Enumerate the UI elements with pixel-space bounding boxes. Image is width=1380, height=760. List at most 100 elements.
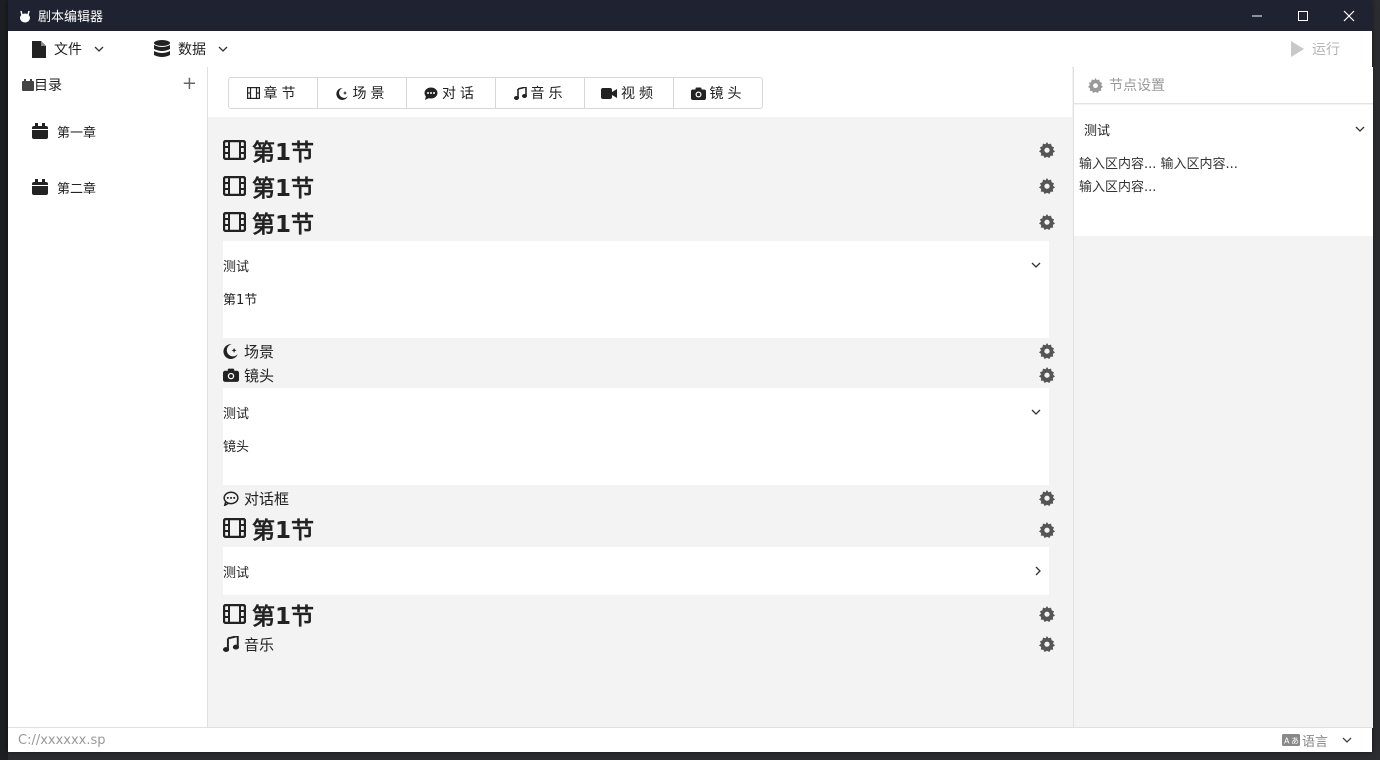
sidebar-item-label: 第二章 <box>57 181 97 197</box>
node-settings-body: 测试 输入区内容... 输入区内容... 输入区内容... <box>1074 105 1373 236</box>
film-icon <box>223 518 246 538</box>
film-icon <box>223 212 246 232</box>
music-node[interactable]: 音乐 <box>223 632 1055 656</box>
section-node[interactable]: 第1节 <box>223 132 1055 168</box>
node-title: 第1节 <box>252 604 315 630</box>
node-select[interactable]: 测试 <box>223 388 1049 436</box>
gear-icon[interactable] <box>1039 367 1055 383</box>
file-menu-label: 文件 <box>54 42 82 58</box>
node-settings-title: 节点设置 <box>1109 78 1165 94</box>
select-value: 测试 <box>223 565 250 581</box>
close-button[interactable] <box>1326 0 1372 31</box>
file-icon <box>32 40 46 58</box>
section-node[interactable]: 第1节 <box>223 596 1055 632</box>
maximize-icon <box>1298 10 1308 21</box>
run-label: 运行 <box>1312 42 1340 58</box>
node-detail-panel: 测试 镜头 <box>223 388 1049 485</box>
music-icon <box>513 86 527 100</box>
gear-icon <box>1088 77 1103 93</box>
node-detail-panel: 测试 <box>223 547 1049 595</box>
status-bar: C://xxxxxx.sp Aあ 语言 <box>8 727 1372 752</box>
settings-select[interactable]: 测试 <box>1074 105 1373 153</box>
tab-video[interactable]: 视频 <box>585 78 674 108</box>
video-icon <box>601 87 617 99</box>
editor-canvas: 章节 场景 对话 音乐 视频 镜头 第1节 第1节 第1节 测试 第1节 场景 … <box>208 67 1072 728</box>
minimize-icon <box>1252 15 1262 16</box>
database-icon <box>154 40 170 57</box>
node-title: 第1节 <box>252 176 315 202</box>
chapter-sidebar: 目录 + 第一章 第二章 <box>8 67 208 728</box>
chevron-down-icon <box>218 46 228 52</box>
dialogue-node[interactable]: 对话框 <box>223 486 1055 510</box>
section-node[interactable]: 第1节 <box>223 510 1055 546</box>
node-title: 音乐 <box>244 635 275 654</box>
node-title: 场景 <box>244 342 275 361</box>
chevron-right-icon <box>1035 566 1041 576</box>
film-icon <box>223 176 246 196</box>
panel-content: 镜头 <box>223 440 250 455</box>
language-icon: Aあ <box>1281 734 1300 746</box>
sidebar-item-chapter-1[interactable]: 第一章 <box>8 103 207 159</box>
panel-content: 第1节 <box>223 293 258 308</box>
svg-text:A: A <box>1284 737 1290 746</box>
gear-icon[interactable] <box>1039 343 1055 359</box>
gear-icon[interactable] <box>1039 522 1055 538</box>
gear-icon[interactable] <box>1039 490 1055 506</box>
svg-text:あ: あ <box>1291 737 1299 746</box>
film-icon <box>223 140 246 160</box>
chevron-down-icon <box>1342 737 1352 743</box>
run-button[interactable]: 运行 <box>1290 31 1340 67</box>
node-select[interactable]: 测试 <box>223 547 1049 595</box>
settings-input-area[interactable]: 输入区内容... 输入区内容... 输入区内容... <box>1074 153 1259 199</box>
node-select[interactable]: 测试 <box>223 241 1049 289</box>
film-icon <box>246 87 260 99</box>
window-title: 剧本编辑器 <box>38 10 104 25</box>
select-value: 测试 <box>223 406 250 422</box>
app-window: 剧本编辑器 文件 数据 运行 目录 + 第一章 第二章 章节 场景 对话 音乐 … <box>8 0 1373 752</box>
tab-label: 视频 <box>621 86 657 102</box>
section-node[interactable]: 第1节 <box>223 204 1055 240</box>
minimize-button[interactable] <box>1234 0 1280 31</box>
gear-icon[interactable] <box>1039 214 1055 230</box>
language-selector[interactable]: Aあ 语言 <box>1281 728 1352 752</box>
tab-label: 章节 <box>263 86 300 102</box>
tab-scene[interactable]: 场景 <box>318 78 407 108</box>
comment-icon <box>223 490 239 506</box>
file-menu[interactable]: 文件 <box>32 39 112 59</box>
section-node[interactable]: 第1节 <box>223 168 1055 204</box>
sidebar-item-chapter-2[interactable]: 第二章 <box>8 159 207 215</box>
file-path: C://xxxxxx.sp <box>18 732 106 748</box>
tab-dialogue[interactable]: 对话 <box>407 78 496 108</box>
music-icon <box>223 636 239 652</box>
tab-label: 音乐 <box>530 86 567 102</box>
maximize-button[interactable] <box>1280 0 1326 31</box>
node-title: 第1节 <box>252 140 315 166</box>
gear-icon[interactable] <box>1039 606 1055 622</box>
shot-node[interactable]: 镜头 <box>223 363 1055 387</box>
select-value: 测试 <box>223 259 250 275</box>
menu-bar: 文件 数据 运行 <box>8 31 1372 68</box>
moon-star-icon <box>223 344 238 359</box>
moon-star-icon <box>335 87 348 100</box>
chevron-down-icon <box>1031 262 1041 268</box>
play-icon <box>1291 41 1304 57</box>
tab-label: 镜头 <box>709 86 746 102</box>
node-settings-header: 节点设置 <box>1074 67 1373 104</box>
node-settings-panel: 节点设置 测试 输入区内容... 输入区内容... 输入区内容... <box>1073 67 1373 728</box>
tab-chapter[interactable]: 章节 <box>229 78 318 108</box>
comment-icon <box>424 87 438 100</box>
scene-node[interactable]: 场景 <box>223 339 1055 363</box>
close-icon <box>1343 10 1355 21</box>
select-value: 测试 <box>1084 123 1111 139</box>
data-menu[interactable]: 数据 <box>154 39 236 59</box>
gear-icon[interactable] <box>1039 142 1055 158</box>
tab-camera-shot[interactable]: 镜头 <box>674 78 762 108</box>
chevron-down-icon <box>1355 126 1365 132</box>
background-strip <box>0 0 8 760</box>
gear-icon[interactable] <box>1039 636 1055 652</box>
tab-label: 场景 <box>352 86 389 102</box>
add-chapter-button[interactable]: + <box>182 75 197 93</box>
gear-icon[interactable] <box>1039 178 1055 194</box>
node-title: 第1节 <box>252 518 315 544</box>
tab-music[interactable]: 音乐 <box>496 78 585 108</box>
